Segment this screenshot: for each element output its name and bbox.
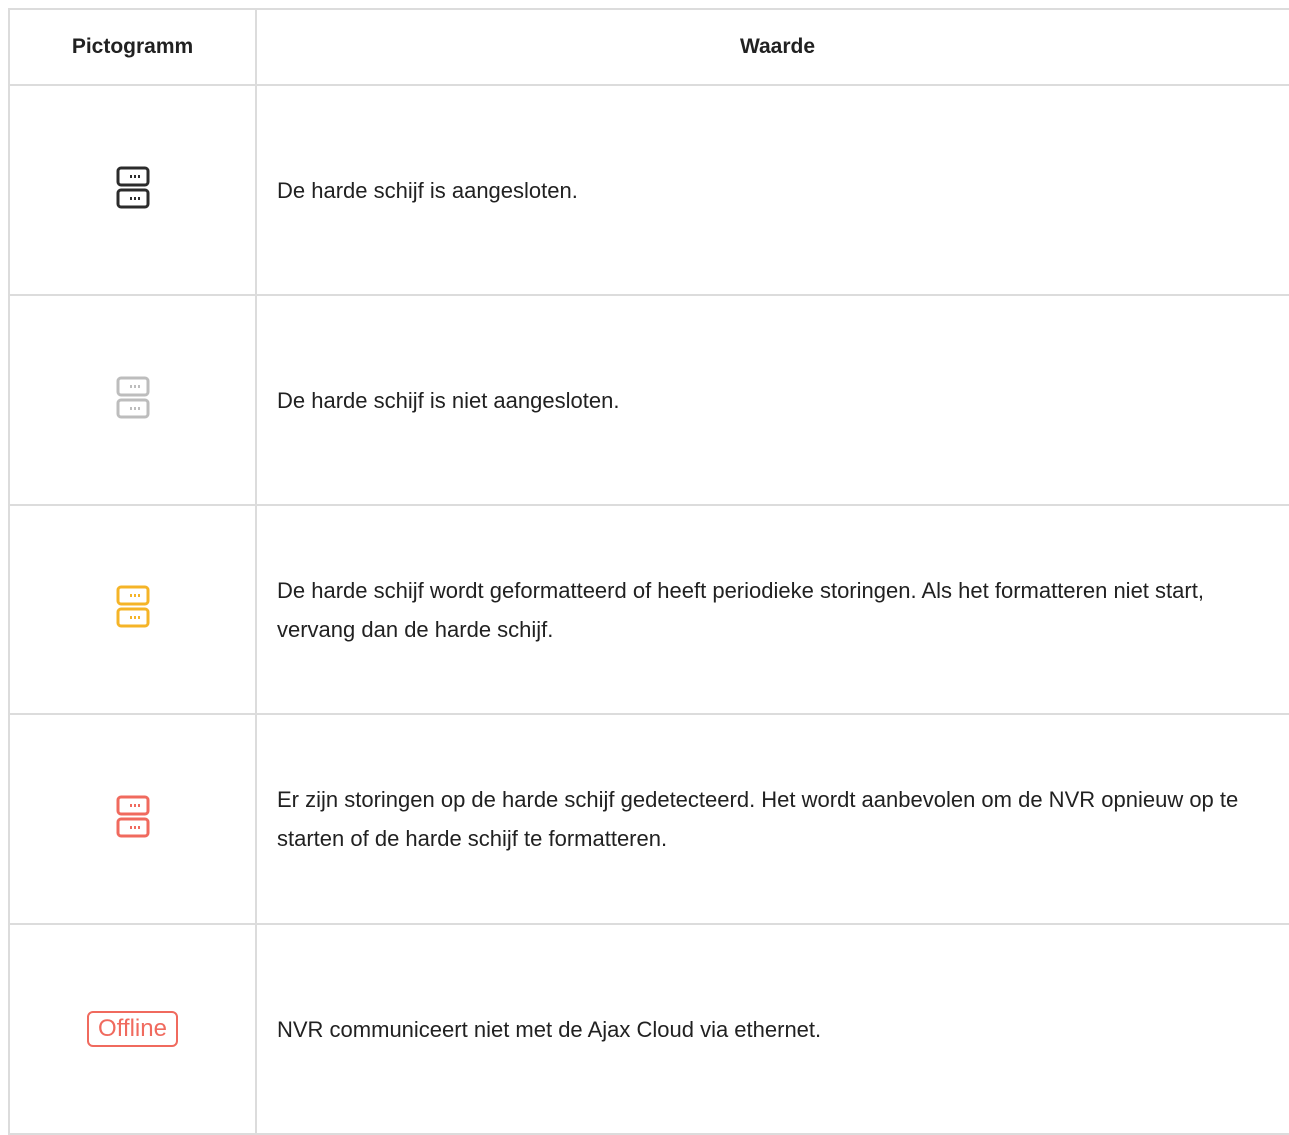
- offline-badge: Offline: [87, 1011, 178, 1047]
- status-icons-table-container: Pictogramm Waarde De harde schijf is aan…: [8, 8, 1289, 1135]
- header-value: Waarde: [255, 8, 1289, 86]
- hdd-error-icon: [116, 795, 150, 839]
- table-row: Er zijn storingen op de harde schijf ged…: [8, 713, 1289, 925]
- icon-cell: [8, 294, 257, 506]
- table-row: De harde schijf wordt geformatteerd of h…: [8, 504, 1289, 715]
- value-text: De harde schijf is aangesloten.: [255, 84, 1289, 296]
- table-row: De harde schijf is aangesloten.: [8, 84, 1289, 296]
- icon-cell: [8, 713, 257, 925]
- hdd-formatting-icon: [116, 585, 150, 629]
- table-header-row: Pictogramm Waarde: [8, 8, 1289, 86]
- value-text: NVR communiceert niet met de Ajax Cloud …: [255, 923, 1289, 1135]
- table-row: Offline NVR communiceert niet met de Aja…: [8, 923, 1289, 1135]
- hdd-connected-icon: [116, 166, 150, 210]
- hdd-disconnected-icon: [116, 376, 150, 420]
- icon-cell: [8, 504, 257, 715]
- value-text: Er zijn storingen op de harde schijf ged…: [255, 713, 1289, 925]
- header-icon: Pictogramm: [8, 8, 257, 86]
- icon-cell: Offline: [8, 923, 257, 1135]
- value-text: De harde schijf is niet aangesloten.: [255, 294, 1289, 506]
- status-icons-table: Pictogramm Waarde De harde schijf is aan…: [8, 8, 1289, 1135]
- table-row: De harde schijf is niet aangesloten.: [8, 294, 1289, 506]
- icon-cell: [8, 84, 257, 296]
- value-text: De harde schijf wordt geformatteerd of h…: [255, 504, 1289, 715]
